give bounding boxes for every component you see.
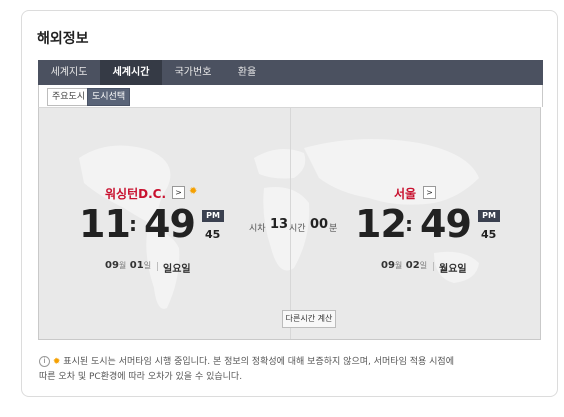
right-month: 09 — [381, 260, 395, 271]
sub-tab-bar: 주요도시 도시선택 — [38, 85, 543, 107]
time-diff-hours: 13 — [270, 217, 289, 232]
right-month-unit: 월 — [394, 261, 403, 270]
right-minute: 49 — [420, 202, 472, 246]
time-diff-label: 시차 — [249, 224, 266, 234]
left-ampm-badge: PM — [202, 210, 224, 222]
right-city-select-button[interactable]: > — [423, 186, 436, 199]
calc-other-time-button[interactable]: 다른시간 계산 — [282, 310, 336, 328]
left-seconds: 45 — [205, 228, 221, 241]
left-month: 09 — [105, 260, 119, 271]
tab-exchange-rate[interactable]: 환율 — [224, 60, 270, 85]
right-day: 02 — [405, 260, 420, 271]
notice-line-2: 따른 오차 및 PC환경에 따라 오차가 있을 수 있습니다. — [39, 372, 243, 382]
subtab-select-city[interactable]: 도시선택 — [87, 88, 131, 106]
left-month-unit: 월 — [118, 261, 127, 270]
section-title: 해외정보 — [37, 31, 89, 47]
tab-world-time[interactable]: 세계시간 — [100, 60, 162, 85]
left-city-name: 워싱턴D.C. — [105, 187, 167, 201]
right-date: 09월 02일 — [381, 260, 427, 271]
main-tab-bar: 세계지도 세계시간 국가번호 환율 — [38, 60, 543, 85]
left-date: 09월 01일 — [105, 260, 151, 271]
right-weekday: 월요일 — [439, 264, 467, 275]
info-icon: i — [39, 356, 50, 367]
time-diff-minutes-unit: 분 — [329, 224, 338, 234]
left-date-separator — [157, 262, 158, 271]
time-diff-minutes: 00 — [310, 217, 329, 232]
world-info-card: 해외정보 세계지도 세계시간 국가번호 환율 주요도시 도시선택 워싱턴D.C.… — [21, 10, 558, 397]
summer-time-notice: i ✹ 표시된 도시는 서머타임 시행 중입니다. 본 정보의 정확성에 대해 … — [39, 355, 549, 385]
right-day-unit: 일 — [419, 261, 428, 270]
left-day: 01 — [129, 260, 144, 271]
left-time-colon: : — [129, 212, 137, 236]
left-minute: 49 — [144, 202, 196, 246]
left-hour: 11 — [79, 202, 131, 246]
time-diff-hours-unit: 시간 — [289, 224, 306, 234]
right-time-colon: : — [405, 212, 413, 236]
notice-line-1: 표시된 도시는 서머타임 시행 중입니다. 본 정보의 정확성에 대해 보증하지… — [63, 357, 454, 367]
sun-icon: ✹ — [52, 357, 61, 367]
left-daylight-sun-icon: ✹ — [189, 186, 198, 197]
right-date-separator — [433, 262, 434, 271]
left-day-unit: 일 — [143, 261, 152, 270]
right-seconds: 45 — [481, 228, 497, 241]
world-time-panel: 워싱턴D.C. > ✹ 11 : 49 PM 45 09월 01일 일요일 시차… — [38, 107, 541, 340]
right-hour: 12 — [355, 202, 407, 246]
tab-country-code[interactable]: 국가번호 — [162, 60, 224, 85]
right-ampm-badge: PM — [478, 210, 500, 222]
left-city-select-button[interactable]: > — [172, 186, 185, 199]
subtab-major-cities[interactable]: 주요도시 — [47, 88, 91, 106]
right-city-name: 서울 — [394, 187, 417, 201]
tab-world-map[interactable]: 세계지도 — [38, 60, 100, 85]
left-weekday: 일요일 — [163, 264, 191, 275]
